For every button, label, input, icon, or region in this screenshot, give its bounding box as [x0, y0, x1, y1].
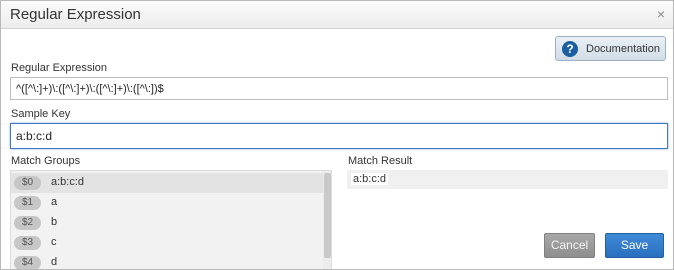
list-item[interactable]: $1 a — [11, 193, 323, 213]
regex-input[interactable] — [11, 78, 667, 99]
group-badge: $2 — [14, 216, 41, 230]
group-badge: $1 — [14, 196, 41, 210]
group-value: d — [51, 256, 58, 268]
title-bar: Regular Expression × — [1, 1, 673, 29]
list-item[interactable]: $3 c — [11, 233, 323, 253]
group-badge: $4 — [14, 256, 41, 269]
save-button[interactable]: Save — [605, 233, 664, 258]
match-groups-scrollbar[interactable] — [323, 171, 331, 269]
sample-key-label: Sample Key — [11, 108, 71, 120]
documentation-button[interactable]: ? Documentation — [555, 36, 666, 61]
scrollbar-thumb[interactable] — [324, 173, 331, 258]
documentation-label: Documentation — [586, 42, 660, 55]
cancel-button[interactable]: Cancel — [544, 233, 595, 258]
group-badge: $3 — [14, 236, 41, 250]
regex-dialog: Regular Expression × ? Documentation Reg… — [0, 0, 674, 270]
sample-key-input[interactable] — [11, 124, 667, 148]
group-value: a:b:c:d — [51, 176, 85, 188]
match-result-box: a:b:c:d — [347, 170, 668, 189]
regex-label: Regular Expression — [11, 62, 107, 74]
group-value: c — [51, 236, 57, 248]
match-result-value: a:b:c:d — [351, 173, 389, 185]
close-icon[interactable]: × — [657, 6, 665, 22]
match-groups-label: Match Groups — [11, 155, 81, 167]
group-value: a — [51, 196, 58, 208]
help-icon: ? — [562, 40, 578, 57]
list-item[interactable]: $0 a:b:c:d — [11, 173, 323, 193]
regex-field-wrapper — [10, 77, 668, 100]
match-result-label: Match Result — [348, 155, 413, 167]
group-badge: $0 — [14, 176, 41, 190]
sample-key-field-wrapper — [10, 123, 668, 149]
group-value: b — [51, 216, 58, 228]
dialog-title: Regular Expression — [10, 6, 141, 23]
list-item[interactable]: $4 d — [11, 253, 323, 269]
match-groups-list: $0 a:b:c:d $1 a $2 b $3 c $4 d — [10, 170, 332, 269]
list-item[interactable]: $2 b — [11, 213, 323, 233]
